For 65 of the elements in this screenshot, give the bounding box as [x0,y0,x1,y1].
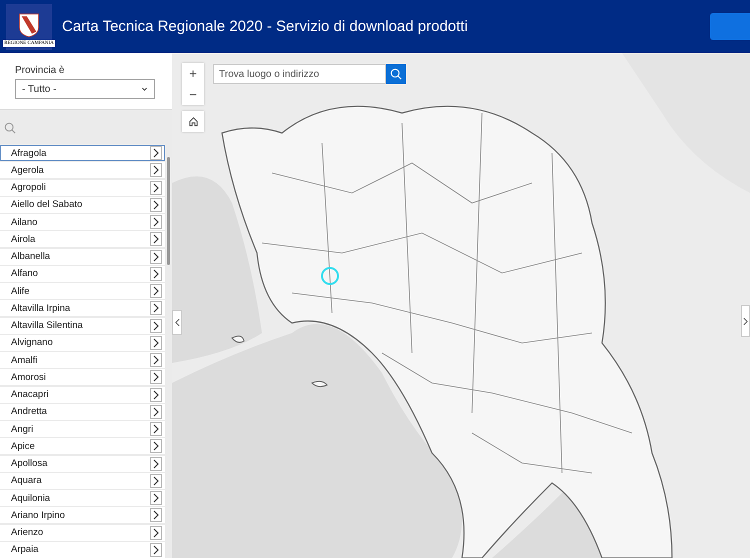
list-item[interactable]: Apollosa [0,456,165,472]
chevron-right-icon[interactable] [150,388,162,402]
list-item[interactable]: Albanella [0,248,165,264]
chevron-right-icon[interactable] [150,526,162,540]
list-item[interactable]: Agerola [0,162,165,178]
chevron-right-icon[interactable] [150,353,162,367]
app-title: Carta Tecnica Regionale 2020 - Servizio di download prodotti [62,18,468,35]
list-item[interactable]: Apice [0,438,165,454]
location-search-field[interactable]: Trova luogo o indirizzo [213,64,386,84]
list-item[interactable]: Aiello del Sabato [0,196,165,213]
chevron-right-icon[interactable] [150,318,162,332]
zoom-out-button[interactable]: − [182,84,204,105]
list-item[interactable]: Anacapri [0,386,165,402]
list-item[interactable]: Agropoli [0,180,165,196]
chevron-right-icon[interactable] [150,370,162,384]
chevron-right-icon[interactable] [150,542,162,557]
chevron-right-icon [743,316,748,326]
chevron-right-icon[interactable] [150,422,162,436]
chevron-right-icon[interactable] [150,215,162,229]
chevron-right-icon[interactable] [150,163,162,178]
shield-icon [18,12,40,38]
chevron-right-icon[interactable] [150,456,162,470]
list-item[interactable]: Ailano [0,214,165,230]
chevron-right-icon[interactable] [150,439,162,454]
list-item[interactable]: Altavilla Silentina [0,318,165,334]
chevron-right-icon[interactable] [150,301,162,316]
expand-panel-button[interactable] [741,305,750,337]
chevron-right-icon[interactable] [150,146,162,160]
chevron-right-icon[interactable] [150,404,162,419]
list-item[interactable]: Airola [0,231,165,248]
chevron-right-icon[interactable] [150,336,162,350]
caret-icon [141,86,148,92]
search-button[interactable] [386,64,406,84]
list-item[interactable]: Amorosi [0,369,165,386]
list-item[interactable]: Afragola [0,145,165,161]
province-select[interactable]: - Tutto - [15,79,155,99]
filter-label: Provincia è [15,65,66,76]
zoom-in-button[interactable]: + [182,63,204,84]
chevron-right-icon[interactable] [150,266,162,281]
chevron-right-icon[interactable] [150,232,162,246]
collapse-panel-button[interactable] [172,310,182,335]
chevron-left-icon [174,318,180,327]
list-item[interactable]: Arpaia [0,542,165,558]
chevron-right-icon[interactable] [150,474,162,488]
list-item[interactable]: Alvignano [0,334,165,351]
list-item[interactable]: Angri [0,421,165,437]
list-item[interactable]: Aquilonia [0,490,165,506]
list-item[interactable]: Alfano [0,266,165,282]
chevron-right-icon[interactable] [150,491,162,505]
list-item[interactable]: Amalfi [0,352,165,368]
home-icon [188,116,198,127]
list-item[interactable]: Arienzo [0,524,165,540]
list-item[interactable]: Alife [0,283,165,299]
chevron-right-icon[interactable] [150,198,162,212]
list-item[interactable]: Aquara [0,472,165,489]
chevron-right-icon[interactable] [150,250,162,264]
chevron-right-icon[interactable] [150,180,162,194]
search-icon [4,122,16,134]
list-item[interactable]: Andretta [0,404,165,420]
chevron-right-icon[interactable] [150,508,162,522]
chevron-right-icon[interactable] [150,284,162,298]
home-button[interactable] [182,111,204,132]
list-item[interactable]: Ariano Irpino [0,507,165,524]
search-icon [390,68,402,80]
list-item[interactable]: Altavilla Irpina [0,300,165,316]
